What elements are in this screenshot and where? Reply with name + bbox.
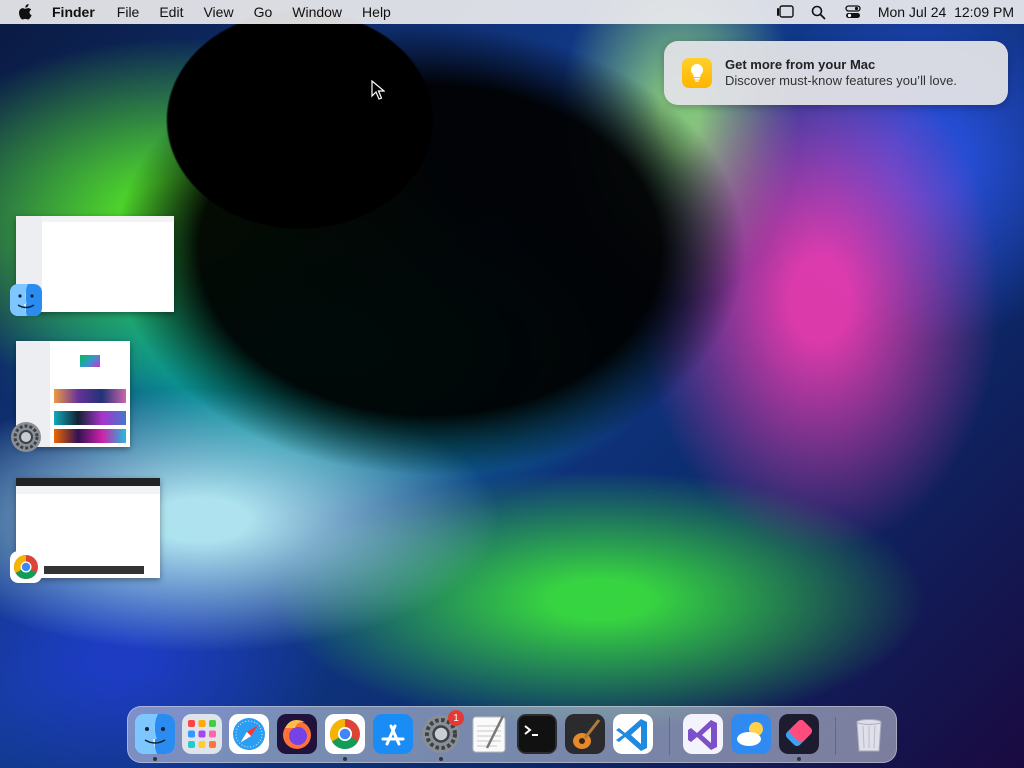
menu-bar: Finder File Edit View Go Window Help Mon… (0, 0, 1024, 24)
notification-banner[interactable]: Get more from your Mac Discover must-kno… (664, 41, 1008, 105)
menu-file[interactable]: File (117, 4, 140, 20)
finder-icon[interactable] (10, 284, 42, 316)
desktop-wallpaper (0, 0, 1024, 768)
dock-visual-studio-icon[interactable] (683, 714, 723, 754)
menubar-clock[interactable]: Mon Jul 24 12:09 PM (878, 4, 1014, 20)
dock-separator (835, 717, 836, 755)
running-indicator (797, 757, 801, 761)
mouse-pointer-icon (371, 80, 385, 100)
menu-edit[interactable]: Edit (159, 4, 183, 20)
dock-shortcuts-icon[interactable] (779, 714, 819, 754)
spotlight-search-icon[interactable] (810, 4, 828, 20)
dock-textedit-icon[interactable] (469, 714, 509, 754)
menu-window[interactable]: Window (292, 4, 342, 20)
menu-view[interactable]: View (203, 4, 233, 20)
thumb-address-bar (16, 486, 160, 494)
system-settings-icon[interactable] (10, 421, 42, 453)
dock-terminal-icon[interactable] (517, 714, 557, 754)
dock (127, 706, 897, 763)
dock-trash-icon[interactable] (849, 714, 889, 754)
running-indicator (343, 757, 347, 761)
apple-menu-icon[interactable] (18, 3, 36, 21)
dock-launchpad-icon[interactable] (182, 714, 222, 754)
chrome-icon[interactable] (10, 551, 42, 583)
dock-vscode-icon[interactable] (613, 714, 653, 754)
dock-separator (669, 717, 670, 755)
running-indicator (439, 757, 443, 761)
thumb-footer-bar (44, 566, 144, 574)
thumb-tab-bar (16, 478, 160, 486)
tips-lightbulb-icon (682, 58, 712, 88)
stage-manager-icon[interactable] (776, 4, 794, 20)
thumb-wallpaper-grid-row (54, 389, 126, 403)
dock-finder-icon[interactable] (135, 714, 175, 754)
dock-safari-icon[interactable] (229, 714, 269, 754)
menu-app-name[interactable]: Finder (52, 4, 95, 20)
thumb-wallpaper-preview (80, 355, 100, 367)
notification-title: Get more from your Mac (725, 57, 876, 72)
menu-help[interactable]: Help (362, 4, 391, 20)
dock-app-store-icon[interactable] (373, 714, 413, 754)
thumb-toolbar (42, 216, 174, 222)
dock-chrome-icon[interactable] (325, 714, 365, 754)
menu-go[interactable]: Go (254, 4, 273, 20)
notification-body: Discover must-know features you’ll love. (725, 73, 957, 88)
menubar-status-area: Mon Jul 24 12:09 PM (776, 4, 1014, 20)
control-center-icon[interactable] (844, 4, 862, 20)
thumb-wallpaper-grid-row (54, 411, 126, 425)
dock-firefox-icon[interactable] (277, 714, 317, 754)
thumb-wallpaper-grid-row (54, 429, 126, 443)
dock-weather-icon[interactable] (731, 714, 771, 754)
running-indicator (153, 757, 157, 761)
system-settings-badge: 1 (448, 710, 464, 726)
dock-garageband-icon[interactable] (565, 714, 605, 754)
